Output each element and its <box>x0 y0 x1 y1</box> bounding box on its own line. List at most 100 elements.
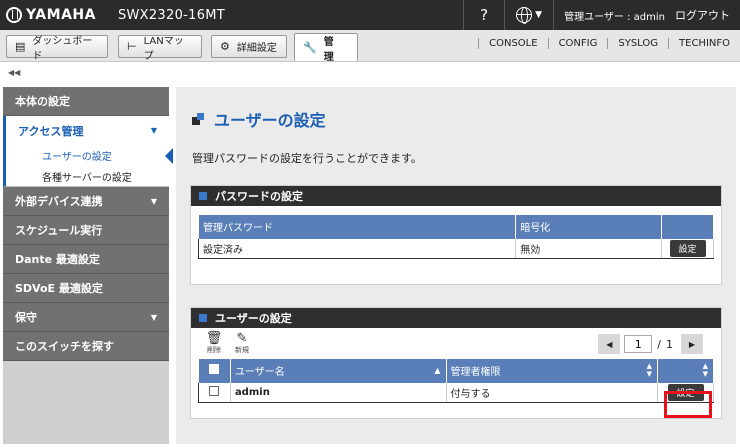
user-settings-panel: ユーザーの設定 🗑 削除 ✎ 新規 ◀ / 1 ▶ <box>190 307 722 419</box>
page-separator: / <box>657 337 661 351</box>
tab-management[interactable]: 🔧 管 理 <box>294 33 358 63</box>
new-label: 新規 <box>235 346 249 354</box>
tab-detailed-settings[interactable]: ⚙ 詳細設定 <box>211 35 287 58</box>
username-cell: admin <box>230 382 447 403</box>
pagination: ◀ / 1 ▶ <box>594 334 707 354</box>
sort-asc-icon: ▲ <box>434 366 441 375</box>
sidebar-item-find-switch[interactable]: このスイッチを探す <box>3 332 169 361</box>
next-page-icon[interactable]: ▶ <box>681 334 703 354</box>
new-button[interactable]: ✎ 新規 <box>229 328 255 355</box>
tab-dashboard[interactable]: ▤ ダッシュボード <box>6 35 108 62</box>
panel-header-icon <box>199 192 207 200</box>
sidebar-item-sdvoe[interactable]: SDVoE 最適設定 <box>3 274 169 303</box>
edit-icon: ✎ <box>236 331 248 346</box>
table-row: 設定済み 無効 設定 <box>198 238 714 259</box>
select-all-header <box>198 358 231 383</box>
prev-page-icon[interactable]: ◀ <box>598 334 621 354</box>
wrench-icon: 🔧 <box>303 41 317 54</box>
sidebar-item-label: スケジュール実行 <box>15 224 103 237</box>
panel-title: パスワードの設定 <box>215 190 303 203</box>
config-link[interactable]: CONFIG <box>547 38 608 49</box>
collapse-sidebar-icon[interactable]: ◀◀ <box>8 68 20 77</box>
help-button[interactable]: ? <box>464 6 504 24</box>
sidebar-item-schedule[interactable]: スケジュール実行 <box>3 216 169 245</box>
caret-down-icon: ▼ <box>535 10 543 20</box>
globe-icon <box>516 7 533 24</box>
brand-name: YAMAHA <box>26 7 96 23</box>
model-name: SWX2320-16MT <box>117 7 226 23</box>
row-checkbox[interactable] <box>209 385 220 396</box>
column-header-username[interactable]: ユーザー名 ▲ <box>229 358 447 383</box>
sidebar-item-label: SDVoE 最適設定 <box>15 282 103 295</box>
sidebar-item-maintenance[interactable]: 保守 ▼ <box>3 303 169 332</box>
delete-label: 削除 <box>207 346 221 354</box>
sort-icon: ▲ ▼ <box>646 362 653 378</box>
panel-header-icon <box>199 314 207 322</box>
yamaha-logo-icon <box>6 7 22 23</box>
syslog-link[interactable]: SYSLOG <box>607 38 668 49</box>
trash-icon: 🗑 <box>205 331 223 346</box>
collapse-bar: ◀◀ <box>0 63 740 85</box>
page-title: ユーザーの設定 <box>214 111 326 130</box>
utility-links: CONSOLE CONFIG SYSLOG TECHINFO <box>478 38 740 49</box>
panel-header: ユーザーの設定 <box>191 308 721 328</box>
sidebar-item-label: ユーザーの設定 <box>42 152 112 163</box>
sidebar-subitem-user-settings[interactable]: ユーザーの設定 <box>3 145 173 166</box>
column-header <box>661 214 714 239</box>
select-all-checkbox[interactable] <box>209 364 220 375</box>
sidebar: 本体の設定 アクセス管理 ▼ ユーザーの設定 各種サーバーの設定 外部デバイス連… <box>3 87 173 444</box>
sidebar-item-label: 本体の設定 <box>15 95 70 108</box>
action-cell: 設定 <box>661 238 714 259</box>
column-header-privilege[interactable]: 管理者権限 ▲ ▼ <box>445 358 659 383</box>
page-header: ユーザーの設定 <box>192 107 326 131</box>
column-header-label: 管理者権限 <box>450 367 501 379</box>
sidebar-item-label: 各種サーバーの設定 <box>42 172 132 184</box>
table-row: admin 付与する 設定 <box>198 382 714 403</box>
column-header: 暗号化 <box>515 214 663 239</box>
user-toolbar: 🗑 削除 ✎ 新規 ◀ / 1 ▶ <box>191 328 721 358</box>
sort-icon: ▲ ▼ <box>702 362 708 378</box>
column-header-action[interactable]: ▲ ▼ <box>657 358 714 383</box>
column-header-label: ユーザー名 <box>234 367 285 379</box>
main-tab-bar: ▤ ダッシュボード ⊢ LANマップ ⚙ 詳細設定 🔧 管 理 CONSOLE … <box>0 30 740 63</box>
sidebar-item-dante[interactable]: Dante 最適設定 <box>3 245 169 274</box>
language-button[interactable]: ▼ <box>505 7 553 24</box>
tab-lan-map[interactable]: ⊢ LANマップ <box>118 35 202 62</box>
current-user-label: 管理ユーザー : admin <box>564 11 665 23</box>
logout-link[interactable]: ログアウト <box>675 7 730 23</box>
console-link[interactable]: CONSOLE <box>478 38 547 49</box>
page-total: 1 <box>666 337 673 351</box>
sidebar-item-label: 外部デバイス連携 <box>15 195 103 208</box>
sidebar-item-label: Dante 最適設定 <box>15 253 100 266</box>
highlight-frame <box>664 391 712 418</box>
row-select-cell <box>198 382 231 403</box>
lan-map-icon: ⊢ <box>127 40 137 53</box>
password-set-button[interactable]: 設定 <box>669 239 706 257</box>
delete-button[interactable]: 🗑 削除 <box>201 328 227 355</box>
chevron-down-icon: ▼ <box>150 312 157 322</box>
sidebar-item-label: アクセス管理 <box>18 124 84 138</box>
tab-dashboard-label: ダッシュボード <box>32 35 93 62</box>
yamaha-logo: YAMAHA <box>6 7 96 23</box>
tab-lan-map-label: LANマップ <box>143 35 184 62</box>
tab-management-label: 管 理 <box>323 36 344 63</box>
top-bar: YAMAHA SWX2320-16MT ? ▼ 管理ユーザー : admin ロ… <box>0 0 740 30</box>
password-table: 管理パスワード 暗号化 設定済み 無効 設定 <box>197 214 714 259</box>
sidebar-item-external-devices[interactable]: 外部デバイス連携 ▼ <box>3 187 169 216</box>
chevron-down-icon: ▼ <box>150 196 157 206</box>
privilege-cell: 付与する <box>446 382 659 403</box>
main-content: ユーザーの設定 管理パスワードの設定を行うことができます。 パスワードの設定 管… <box>176 87 736 444</box>
divider <box>553 0 555 30</box>
chevron-down-icon: ▼ <box>150 126 157 135</box>
sidebar-subitem-server-settings[interactable]: 各種サーバーの設定 <box>3 166 169 187</box>
tab-detailed-settings-label: 詳細設定 <box>236 43 277 54</box>
sidebar-item-access-management[interactable]: アクセス管理 ▼ <box>3 116 169 145</box>
sidebar-item-label: 保守 <box>15 311 37 324</box>
password-settings-panel: パスワードの設定 管理パスワード 暗号化 設定済み 無効 設定 <box>190 185 722 285</box>
panel-header: パスワードの設定 <box>191 186 721 206</box>
techinfo-link[interactable]: TECHINFO <box>668 38 740 49</box>
gear-icon: ⚙ <box>220 40 230 53</box>
page-number-input[interactable] <box>624 335 653 353</box>
sidebar-item-device-settings[interactable]: 本体の設定 <box>3 87 169 116</box>
dashboard-icon: ▤ <box>15 40 26 53</box>
